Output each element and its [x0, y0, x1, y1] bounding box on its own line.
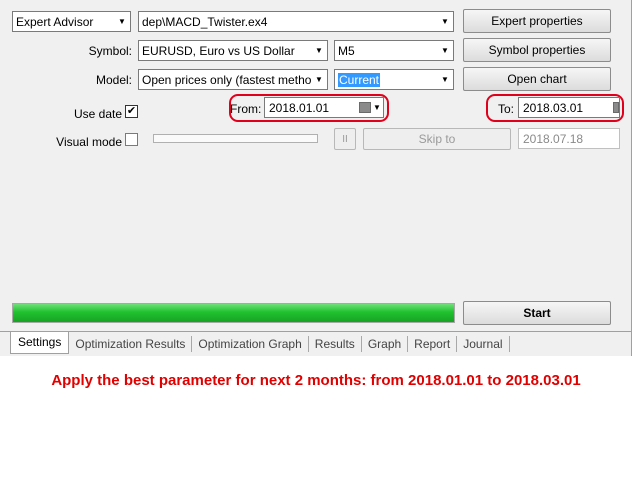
expert-advisor-value: dep\MACD_Twister.ex4 [142, 14, 268, 29]
visual-mode-label: Visual mode [56, 135, 122, 149]
tab-report[interactable]: Report [408, 335, 458, 352]
tab-results[interactable]: Results [309, 335, 362, 352]
start-button[interactable]: Start [463, 301, 611, 325]
skip-to-date-value: 2018.07.18 [523, 131, 584, 146]
symbol-properties-button[interactable]: Symbol properties [463, 38, 611, 62]
symbol-select[interactable]: EURUSD, Euro vs US Dollar ▼ [138, 40, 328, 61]
spread-value: Current [338, 72, 381, 87]
chevron-down-icon: ▼ [315, 75, 323, 84]
visual-mode-checkbox[interactable] [125, 133, 138, 146]
tester-tabs: Settings Optimization Results Optimizati… [0, 331, 632, 355]
to-date-value: 2018.03.01 [523, 100, 584, 115]
chevron-down-icon: ▼ [441, 17, 449, 26]
expert-properties-button[interactable]: Expert properties [463, 9, 611, 33]
progress-bar [12, 303, 455, 323]
calendar-icon[interactable] [613, 102, 619, 113]
timeframe-value: M5 [338, 43, 355, 58]
use-date-checkbox[interactable]: ✔ [125, 105, 138, 118]
strategy-tester-panel: Expert Advisor ▼ dep\MACD_Twister.ex4 ▼ … [0, 0, 632, 356]
chevron-down-icon: ▼ [315, 46, 323, 55]
symbol-label: Symbol: [88, 44, 132, 58]
skip-to-date-field[interactable]: 2018.07.18 [518, 128, 620, 149]
model-label: Model: [95, 73, 132, 87]
annotation-caption: Apply the best parameter for next 2 mont… [51, 372, 581, 389]
pause-button[interactable]: II [334, 128, 356, 150]
spread-value-wrap: Current [338, 72, 437, 87]
progress-bar-fill [13, 304, 454, 322]
chevron-down-icon: ▼ [118, 17, 126, 26]
tester-type-value: Expert Advisor [16, 14, 94, 29]
to-label: To: [497, 102, 514, 116]
tester-type-select[interactable]: Expert Advisor ▼ [12, 11, 131, 32]
chevron-down-icon[interactable]: ▼ [373, 103, 383, 112]
symbol-value: EURUSD, Euro vs US Dollar [142, 43, 295, 58]
model-value: Open prices only (fastest method to [142, 72, 311, 87]
skip-to-button[interactable]: Skip to [363, 128, 511, 150]
to-date-field[interactable]: 2018.03.01 [518, 97, 620, 118]
use-date-label: Use date [73, 107, 122, 121]
model-select[interactable]: Open prices only (fastest method to ▼ [138, 69, 328, 90]
chevron-down-icon: ▼ [441, 75, 449, 84]
tab-optimization-graph[interactable]: Optimization Graph [192, 335, 309, 352]
timeframe-select[interactable]: M5 ▼ [334, 40, 454, 61]
expert-advisor-select[interactable]: dep\MACD_Twister.ex4 ▼ [138, 11, 454, 32]
from-date-field[interactable]: 2018.01.01 ▼ [264, 97, 384, 118]
calendar-icon[interactable] [359, 102, 371, 113]
tab-optimization-results[interactable]: Optimization Results [69, 335, 193, 352]
tab-graph[interactable]: Graph [362, 335, 409, 352]
from-label: From: [230, 102, 262, 116]
visual-speed-slider[interactable] [153, 134, 318, 143]
from-date-value: 2018.01.01 [269, 100, 330, 115]
tab-journal[interactable]: Journal [457, 335, 510, 352]
chevron-down-icon: ▼ [441, 46, 449, 55]
open-chart-button[interactable]: Open chart [463, 67, 611, 91]
spread-select[interactable]: Current ▼ [334, 69, 454, 90]
checkmark-icon: ✔ [126, 105, 137, 117]
tab-settings[interactable]: Settings [10, 331, 70, 354]
